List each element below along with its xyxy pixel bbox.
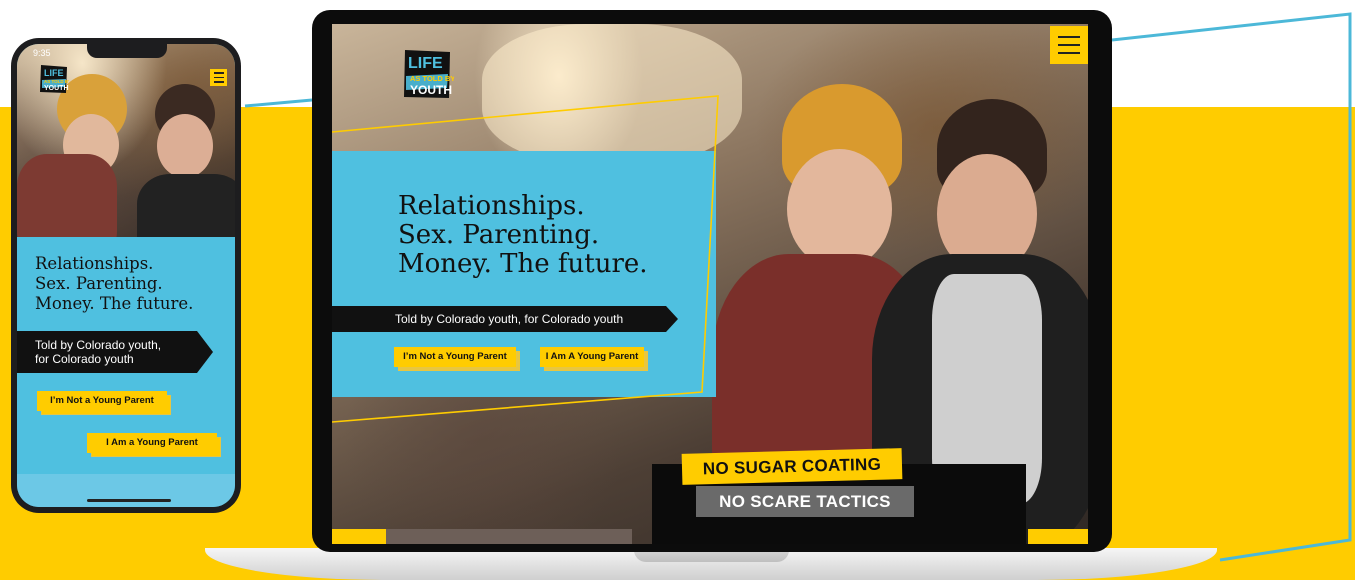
not-young-parent-button[interactable]: I’m Not a Young Parent [37,391,167,411]
hamburger-menu-icon[interactable] [1050,26,1088,64]
laptop-logo-text-3: YOUTH [410,83,452,97]
no-sugar-coating-banner: NO SUGAR COATING [681,448,903,485]
phone-logo-text-3: YOUTH [44,85,69,92]
life-as-told-by-youth-logo[interactable]: LIFE AS TOLD BY YOUTH [39,64,69,94]
phone-tagline: Told by Colorado youth, for Colorado you… [17,331,213,373]
laptop-mockup: LIFE AS TOLD BY YOUTH Relationships. Sex… [312,10,1112,552]
hero-tagline: Told by Colorado youth, for Colorado you… [332,306,678,332]
headline-line-1: Relationships. [35,254,154,273]
life-as-told-by-youth-logo[interactable]: LIFE AS TOLD BY YOUTH [402,48,454,100]
laptop-screen: LIFE AS TOLD BY YOUTH Relationships. Sex… [332,24,1088,544]
phone-logo-text-2: AS TOLD BY [44,79,69,84]
hero-headline: Relationships. Sex. Parenting. Money. Th… [398,192,648,279]
phone-notch [87,44,167,58]
phone-home-indicator [87,499,171,502]
laptop-logo-text-2: AS TOLD BY [410,74,454,83]
tagline-line-2: for Colorado youth [35,352,134,366]
not-young-parent-button[interactable]: I’m Not a Young Parent [394,347,516,367]
phone-status-time: 9:35 [33,48,51,58]
bottom-thumbnail-strip [386,529,632,544]
phone-hero-headline: Relationships. Sex. Parenting. Money. Th… [35,254,235,314]
hamburger-menu-icon[interactable] [210,69,227,86]
no-scare-tactics-banner: NO SCARE TACTICS [696,486,914,517]
laptop-logo-text-1: LIFE [408,55,443,72]
phone-logo-text-1: LIFE [44,68,64,78]
phone-mockup: 9:35 LIFE AS TOLD BY YOUTH Relationships… [11,38,241,513]
headline-line-1: Relationships. [398,191,585,221]
young-parent-button[interactable]: I Am a Young Parent [87,433,217,453]
phone-footer-strip [17,474,235,507]
bottom-accent-left [332,529,386,544]
headline-line-2: Sex. Parenting. [35,274,163,293]
young-parent-button[interactable]: I Am A Young Parent [540,347,644,367]
headline-line-3: Money. The future. [35,294,194,313]
headline-line-2: Sex. Parenting. [398,220,600,250]
headline-line-3: Money. The future. [398,249,648,279]
phone-screen: 9:35 LIFE AS TOLD BY YOUTH Relationships… [17,44,235,507]
tagline-line-1: Told by Colorado youth, [35,338,162,352]
bottom-accent-right [1028,529,1088,544]
